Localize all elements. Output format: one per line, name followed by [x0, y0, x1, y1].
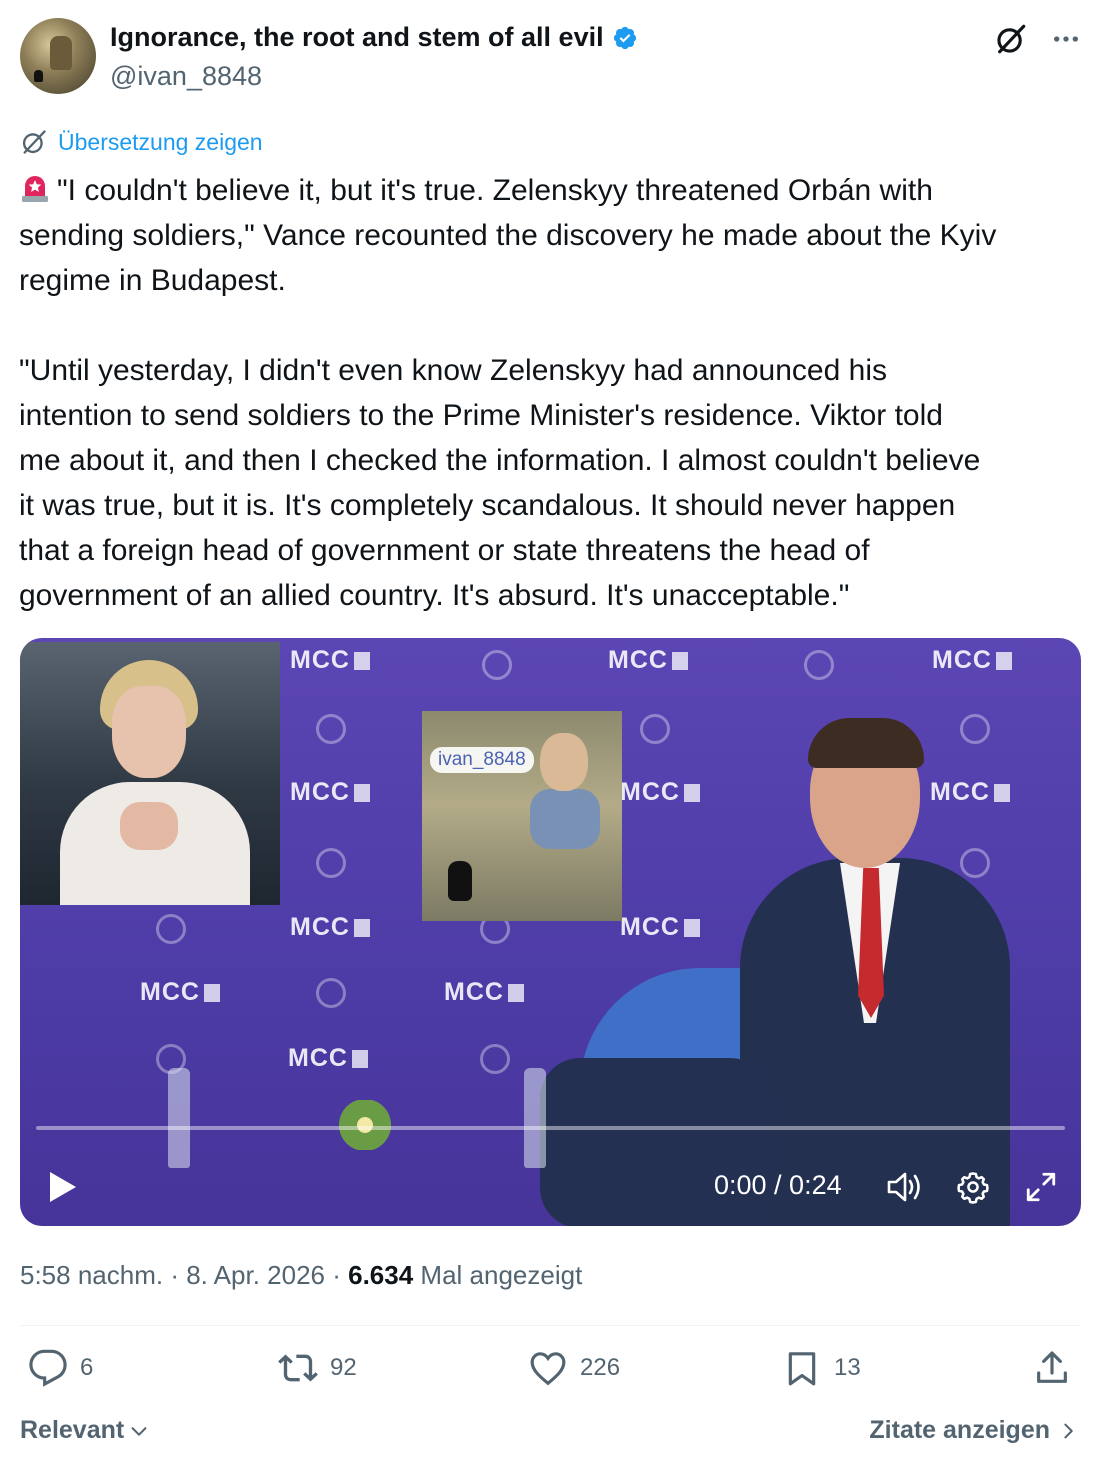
reply-icon	[29, 1349, 67, 1387]
tweet-date[interactable]: 8. Apr. 2026	[186, 1260, 325, 1290]
inset-photo-woman	[20, 642, 280, 905]
repost-count: 92	[330, 1354, 357, 1381]
grok-translate-icon	[22, 130, 46, 154]
sort-replies-button[interactable]: Relevant	[20, 1416, 150, 1445]
play-icon[interactable]	[48, 1170, 78, 1204]
tweet-header: Ignorance, the root and stem of all evil…	[20, 18, 1082, 96]
seal-icon	[316, 848, 346, 878]
volume-icon[interactable]	[886, 1170, 924, 1204]
settings-icon[interactable]	[956, 1170, 990, 1204]
seal-icon	[316, 978, 346, 1008]
mcc-logo: MCC	[140, 978, 220, 1007]
share-icon	[1037, 1351, 1067, 1383]
divider	[20, 1325, 1081, 1326]
grok-icon[interactable]	[994, 22, 1028, 56]
video-watermark: ivan_8848	[430, 747, 534, 773]
seal-icon	[316, 714, 346, 744]
inset-woman-hand	[120, 802, 178, 850]
mcc-logo: MCC	[290, 913, 370, 942]
author-handle[interactable]: @ivan_8848	[110, 61, 638, 92]
author-display-name[interactable]: Ignorance, the root and stem of all evil	[110, 22, 604, 53]
views-count: 6.634	[348, 1260, 414, 1290]
rotating-light-emoji-icon	[22, 176, 48, 202]
heart-icon	[530, 1352, 566, 1386]
tweet-line: government of an allied country. It's ab…	[19, 579, 850, 612]
seal-icon	[804, 650, 834, 680]
mcc-logo: MCC	[290, 778, 370, 807]
tweet-line: it was true, but it is. It's completely …	[19, 489, 956, 522]
bookmark-button[interactable]: 13	[782, 1348, 861, 1388]
seal-icon	[640, 714, 670, 744]
chevron-right-icon	[1064, 1423, 1073, 1438]
fullscreen-icon[interactable]	[1024, 1170, 1058, 1204]
inset-photo-boy-cat: ivan_8848	[422, 711, 622, 921]
verified-badge-icon	[613, 26, 636, 49]
seal-icon	[156, 914, 186, 944]
bookmark-icon	[788, 1352, 816, 1386]
speaker-hair	[808, 718, 924, 768]
inset-cat	[448, 861, 472, 901]
repost-button[interactable]: 92	[278, 1348, 357, 1388]
tweet-actions: 6 92 226 13	[20, 1348, 1080, 1398]
video-controls: 0:00 / 0:24	[20, 1150, 1081, 1220]
seal-icon	[480, 1044, 510, 1074]
more-options-icon[interactable]	[1050, 23, 1082, 55]
mcc-logo: MCC	[608, 646, 688, 675]
mcc-logo: MCC	[288, 1044, 368, 1073]
tweet-line: that a foreign head of government or sta…	[19, 534, 870, 567]
avatar[interactable]	[20, 18, 96, 94]
mcc-logo: MCC	[620, 913, 700, 942]
inset-boy-head	[540, 733, 588, 791]
mcc-logo: MCC	[444, 978, 524, 1007]
like-count: 226	[580, 1354, 621, 1381]
like-button[interactable]: 226	[528, 1348, 620, 1388]
view-quotes-link[interactable]: Zitate anzeigen	[869, 1416, 1078, 1445]
avatar-cat	[34, 70, 43, 82]
share-button[interactable]	[1032, 1348, 1072, 1388]
inset-woman-face	[112, 686, 186, 778]
mcc-logo: MCC	[932, 646, 1012, 675]
tweet-line: regime in Budapest.	[19, 264, 286, 297]
author-names: Ignorance, the root and stem of all evil…	[110, 22, 638, 92]
reply-button[interactable]: 6	[28, 1348, 93, 1388]
repost-icon	[278, 1354, 318, 1382]
tweet-line-text: "I couldn't believe it, but it's true. Z…	[57, 174, 933, 207]
tweet-line: "I couldn't believe it, but it's true. Z…	[19, 168, 1089, 213]
tweet-line: "Until yesterday, I didn't even know Zel…	[19, 354, 887, 387]
video-player[interactable]: MCC MCC MCC MCC MCC MCC MCC MCC MCC MCC …	[20, 638, 1081, 1226]
seal-icon	[482, 650, 512, 680]
avatar-figure	[50, 36, 72, 70]
view-quotes-label: Zitate anzeigen	[869, 1416, 1050, 1444]
inset-boy-body	[530, 789, 600, 849]
author-display-name-row[interactable]: Ignorance, the root and stem of all evil	[110, 22, 638, 53]
reply-count: 6	[80, 1354, 94, 1381]
video-time: 0:00 / 0:24	[714, 1170, 842, 1200]
tweet-text: "I couldn't believe it, but it's true. Z…	[19, 168, 1089, 618]
views-label: Mal angezeigt	[420, 1260, 583, 1290]
tweet-line: me about it, and then I checked the info…	[19, 444, 981, 477]
bookmark-count: 13	[834, 1354, 861, 1381]
flower-arrangement	[330, 1100, 400, 1150]
mcc-logo: MCC	[290, 646, 370, 675]
tweet-time[interactable]: 5:58 nachm.	[20, 1260, 163, 1290]
tweet-line: sending soldiers," Vance recounted the d…	[19, 219, 997, 252]
header-actions	[994, 22, 1082, 56]
sort-label: Relevant	[20, 1416, 125, 1444]
show-translation-link[interactable]: Übersetzung zeigen	[20, 128, 263, 156]
mcc-logo: MCC	[620, 778, 700, 807]
tweet-line: intention to send soldiers to the Prime …	[19, 399, 943, 432]
video-progress-bar[interactable]	[36, 1126, 1065, 1130]
chevron-down-icon	[131, 1426, 147, 1436]
tweet-meta: 5:58 nachm. · 8. Apr. 2026 · 6.634 Mal a…	[20, 1260, 583, 1290]
show-translation-label[interactable]: Übersetzung zeigen	[58, 129, 263, 156]
